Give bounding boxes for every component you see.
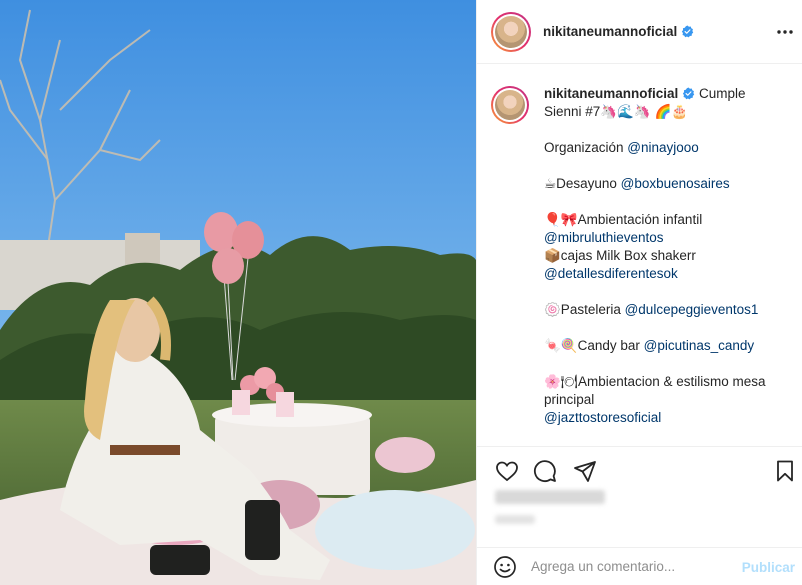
caption-text-segment: Cumple — [699, 86, 746, 101]
publish-button[interactable]: Publicar — [742, 560, 795, 575]
caption-gap — [544, 283, 789, 301]
mention-link[interactable]: @mibruluthieventos — [544, 230, 664, 245]
mention-link[interactable]: @picutinas_candy — [644, 338, 755, 353]
emoji-icon[interactable] — [493, 555, 517, 579]
caption-gap — [544, 355, 789, 373]
post-username[interactable]: nikitaneumannoficial — [543, 24, 677, 39]
caption-line: 🌸🍽Ambientacion & estilismo mesa — [544, 373, 789, 391]
caption-text-segment: Organización — [544, 140, 628, 155]
post-header: nikitaneumannoficial — [477, 0, 802, 64]
caption-text: nikitaneumannoficial Cumple Sienni #7🦄🌊🦄 … — [544, 85, 789, 427]
post-date-blurred — [495, 515, 535, 524]
mention-link[interactable]: @ninayjooo — [627, 140, 699, 155]
caption-line: 🎈🎀Ambientación infantil — [544, 211, 789, 229]
caption-line: @mibruluthieventos — [544, 229, 789, 247]
caption-area: nikitaneumannoficial Cumple Sienni #7🦄🌊🦄 … — [477, 65, 802, 445]
post-photo[interactable] — [0, 0, 476, 585]
caption-gap — [544, 319, 789, 337]
post-side-panel: nikitaneumannoficial nikitaneumannoficia… — [476, 0, 802, 585]
caption-line: 🍬🍭Candy bar @picutinas_candy — [544, 337, 789, 355]
avatar[interactable] — [491, 11, 531, 52]
caption-gap — [544, 157, 789, 175]
caption-username[interactable]: nikitaneumannoficial — [544, 86, 678, 101]
comment-input[interactable] — [531, 559, 731, 574]
verified-badge-icon — [683, 87, 695, 100]
caption-text-segment: Sienni #7🦄🌊🦄 🌈🎂 — [544, 104, 689, 119]
share-icon[interactable] — [571, 457, 599, 485]
likes-count-blurred[interactable] — [495, 490, 605, 504]
heart-icon[interactable] — [493, 457, 521, 485]
caption-text-segment: 🎈🎀Ambientación infantil — [544, 212, 703, 227]
caption-text-segment: 🍥Pasteleria — [544, 302, 625, 317]
photo-illustration — [0, 0, 476, 585]
caption-line: principal — [544, 391, 789, 409]
comment-icon[interactable] — [531, 457, 559, 485]
caption-text-segment: ☕Desayuno — [544, 176, 621, 191]
caption-gap — [544, 121, 789, 139]
caption-line: 📦cajas Milk Box shakerr — [544, 247, 789, 265]
bookmark-icon[interactable] — [771, 457, 799, 485]
caption-text-segment: principal — [544, 392, 595, 407]
verified-badge-icon — [682, 25, 694, 38]
caption-text-segment: 🌸🍽Ambientacion & estilismo mesa — [544, 374, 766, 389]
mention-link[interactable]: @boxbuenosaires — [621, 176, 730, 191]
caption-line: ☕Desayuno @boxbuenosaires — [544, 175, 789, 193]
caption-text-segment: 📦cajas Milk Box shakerr — [544, 248, 696, 263]
caption-text-segment: 🍬🍭Candy bar — [544, 338, 644, 353]
caption-line: @jazttostoresoficial — [544, 409, 789, 427]
mention-link[interactable]: @jazttostoresoficial — [544, 410, 661, 425]
action-bar — [477, 446, 802, 496]
caption-line: @detallesdiferentesok — [544, 265, 789, 283]
caption-line: Organización @ninayjooo — [544, 139, 789, 157]
caption-line: 🍥Pasteleria @dulcepeggieventos1 — [544, 301, 789, 319]
caption-gap — [544, 193, 789, 211]
caption-avatar[interactable] — [491, 86, 529, 124]
mention-link[interactable]: @detallesdiferentesok — [544, 266, 678, 281]
mention-link[interactable]: @dulcepeggieventos1 — [625, 302, 759, 317]
more-horizontal-icon[interactable] — [773, 20, 797, 44]
caption-line: nikitaneumannoficial Cumple — [544, 85, 789, 103]
comment-box: Publicar — [477, 547, 802, 585]
caption-line: Sienni #7🦄🌊🦄 🌈🎂 — [544, 103, 789, 121]
